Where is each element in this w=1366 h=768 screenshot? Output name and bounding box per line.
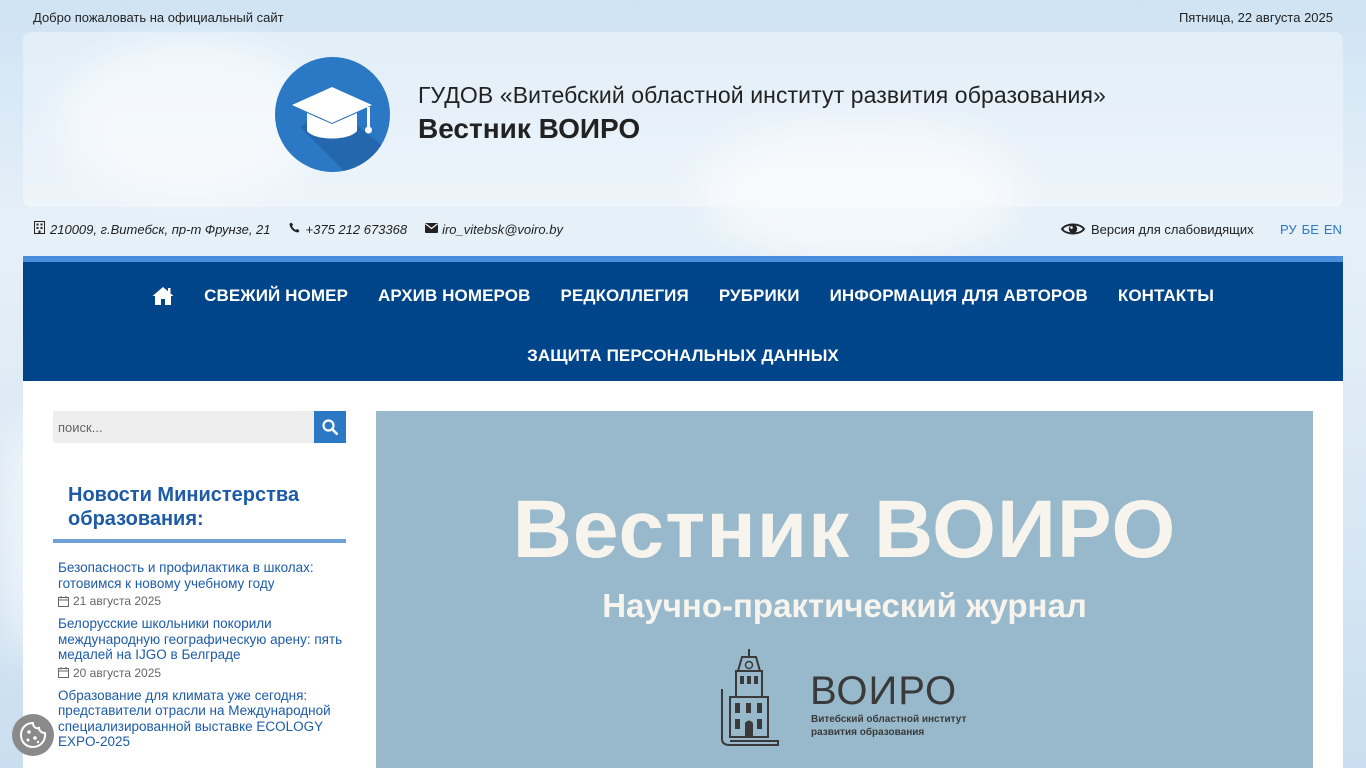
site-header bbox=[23, 32, 1343, 207]
current-date: Пятница, 22 августа 2025 bbox=[1178, 9, 1333, 25]
low-vision-version-link[interactable]: Версия для слабовидящих bbox=[1061, 221, 1254, 237]
address-text: 210009, г.Витебск, пр-т Фрунзе, 21 bbox=[50, 221, 271, 237]
journal-name: Вестник ВОИРО bbox=[418, 113, 641, 144]
nav-contacts[interactable]: Контакты bbox=[1118, 286, 1214, 306]
lang-ru[interactable]: РУ bbox=[1280, 222, 1297, 237]
home-icon bbox=[152, 287, 174, 305]
news-date-text: 20 августа 2025 bbox=[73, 665, 162, 680]
contact-phone: +375 212 673368 bbox=[289, 222, 408, 237]
nav-latest-issue[interactable]: Свежий номер bbox=[204, 286, 348, 306]
banner-institute-name: Витебский областной институт развития об… bbox=[811, 713, 966, 739]
lang-be[interactable]: БЕ bbox=[1302, 222, 1319, 237]
journal-banner[interactable]: Вестник ВОИРО Научно-практический журнал… bbox=[376, 411, 1313, 768]
list-item: Безопасность и профилактика в школах: го… bbox=[58, 560, 343, 608]
search-form bbox=[53, 411, 346, 443]
phone-icon bbox=[289, 222, 301, 236]
graduation-cap-icon bbox=[292, 87, 390, 172]
list-item: Образование для климата уже сегодня: пре… bbox=[58, 688, 343, 750]
site-logo[interactable] bbox=[275, 57, 390, 172]
email-link[interactable]: iro_vitebsk@voiro.by bbox=[442, 222, 563, 237]
cookie-icon bbox=[19, 721, 47, 749]
contact-address: 210009, г.Витебск, пр-т Фрунзе, 21 bbox=[33, 221, 271, 237]
nav-rubrics[interactable]: Рубрики bbox=[719, 286, 800, 306]
home-link[interactable] bbox=[152, 286, 174, 306]
cookie-settings-button[interactable] bbox=[12, 714, 54, 756]
search-input[interactable] bbox=[53, 411, 314, 443]
news-date: 21 августа 2025 bbox=[58, 594, 343, 608]
banner-title: Вестник ВОИРО bbox=[512, 484, 1177, 575]
top-bar: Добро пожаловать на официальный сайт Пят… bbox=[33, 8, 1333, 26]
ministry-news-heading: Новости Министерства образования: bbox=[53, 483, 346, 543]
welcome-text: Добро пожаловать на официальный сайт bbox=[33, 9, 284, 25]
main-navigation: Свежий номер Архив номеров Редколлегия Р… bbox=[23, 256, 1343, 381]
institute-line-2: развития образования bbox=[811, 727, 925, 738]
news-link[interactable]: Белорусские школьники покорили междунаро… bbox=[58, 616, 343, 663]
news-link[interactable]: Безопасность и профилактика в школах: го… bbox=[58, 560, 343, 591]
news-list: Безопасность и профилактика в школах: го… bbox=[58, 560, 343, 758]
calendar-icon bbox=[58, 595, 69, 607]
nav-authors-info[interactable]: Информация для авторов bbox=[830, 286, 1088, 306]
nav-editorial-board[interactable]: Редколлегия bbox=[560, 286, 688, 306]
phone-text[interactable]: +375 212 673368 bbox=[306, 222, 408, 237]
news-date-text: 21 августа 2025 bbox=[73, 594, 162, 608]
lang-en[interactable]: EN bbox=[1324, 222, 1342, 237]
low-vision-label: Версия для слабовидящих bbox=[1091, 221, 1254, 237]
contacts-bar: 210009, г.Витебск, пр-т Фрунзе, 21 +375 … bbox=[33, 220, 563, 238]
eye-icon bbox=[1061, 223, 1085, 235]
contact-email: iro_vitebsk@voiro.by bbox=[425, 222, 563, 237]
envelope-icon bbox=[425, 222, 439, 236]
news-date: 20 августа 2025 bbox=[58, 666, 343, 680]
building-icon bbox=[33, 221, 45, 237]
list-item: Белорусские школьники покорили междунаро… bbox=[58, 616, 343, 680]
nav-personal-data-protection[interactable]: Защита персональных данных bbox=[527, 346, 839, 366]
nav-issues-archive[interactable]: Архив номеров bbox=[378, 286, 530, 306]
search-button[interactable] bbox=[314, 411, 346, 443]
town-hall-tower-icon bbox=[721, 649, 779, 746]
search-icon bbox=[322, 419, 338, 435]
calendar-icon bbox=[58, 667, 69, 678]
banner-subtitle: Научно-практический журнал bbox=[602, 587, 1087, 624]
institute-line-1: Витебский областной институт bbox=[811, 714, 967, 725]
banner-logo-abbreviation: ВОИРО bbox=[810, 669, 958, 713]
language-switcher: РУ БЕ EN bbox=[1280, 222, 1342, 237]
news-link[interactable]: Образование для климата уже сегодня: пре… bbox=[58, 688, 343, 750]
organization-name: ГУДОВ «Витебский областной институт разв… bbox=[418, 82, 1106, 108]
